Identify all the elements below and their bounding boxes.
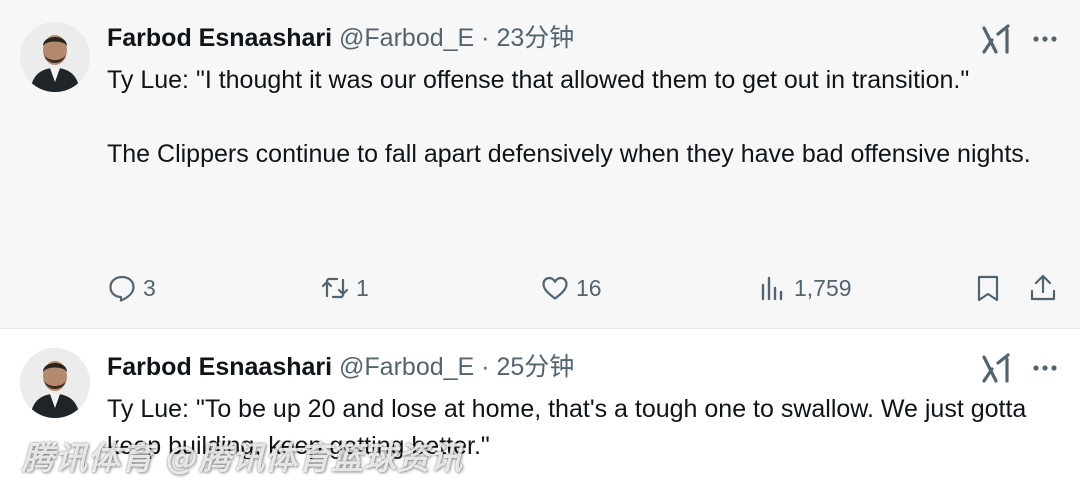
tweet-text: Ty Lue: "I thought it was our offense th…	[107, 62, 1047, 173]
retweet-icon	[321, 277, 349, 299]
like-count: 16	[576, 274, 602, 301]
separator-dot: ·	[481, 24, 490, 52]
more-icon[interactable]	[1030, 24, 1060, 54]
author-name[interactable]: Farbod Esnaashari	[107, 24, 332, 52]
tweet-paragraph: The Clippers continue to fall apart defe…	[107, 140, 1031, 168]
tweet-paragraph: Ty Lue: "I thought it was our offense th…	[107, 66, 970, 94]
more-icon[interactable]	[1030, 353, 1060, 383]
tweet-card[interactable]: Farbod Esnaashari @Farbod_E · 23分钟 Ty Lu…	[0, 0, 1080, 328]
avatar[interactable]	[20, 348, 90, 418]
views-count: 1,759	[794, 274, 852, 301]
reply-button[interactable]: 3	[107, 268, 156, 308]
grok-icon[interactable]	[980, 351, 1014, 385]
grok-icon[interactable]	[980, 22, 1014, 56]
timestamp[interactable]: 25分钟	[496, 353, 574, 381]
bookmark-icon	[977, 275, 999, 302]
avatar[interactable]	[20, 22, 90, 92]
author-name[interactable]: Farbod Esnaashari	[107, 353, 332, 381]
timestamp[interactable]: 23分钟	[496, 24, 574, 52]
retweet-button[interactable]: 1	[320, 268, 369, 308]
like-icon	[542, 276, 568, 300]
tweet-header: Farbod Esnaashari @Farbod_E · 25分钟	[107, 351, 574, 383]
share-icon	[1030, 274, 1056, 301]
author-handle[interactable]: @Farbod_E	[339, 353, 474, 381]
bookmark-button[interactable]	[973, 268, 1003, 308]
views-button[interactable]: 1,759	[758, 268, 852, 308]
action-bar: 3 1 16 1,759	[0, 268, 1080, 308]
share-button[interactable]	[1028, 268, 1058, 308]
tweet-header: Farbod Esnaashari @Farbod_E · 23分钟	[107, 22, 574, 54]
separator-dot: ·	[481, 353, 490, 381]
author-handle[interactable]: @Farbod_E	[339, 24, 474, 52]
watermark: 腾讯体育 @腾讯体育篮球资讯	[22, 439, 464, 477]
reply-icon	[109, 275, 135, 302]
retweet-count: 1	[356, 274, 369, 301]
reply-count: 3	[143, 274, 156, 301]
like-button[interactable]: 16	[540, 268, 602, 308]
views-icon	[761, 276, 783, 301]
